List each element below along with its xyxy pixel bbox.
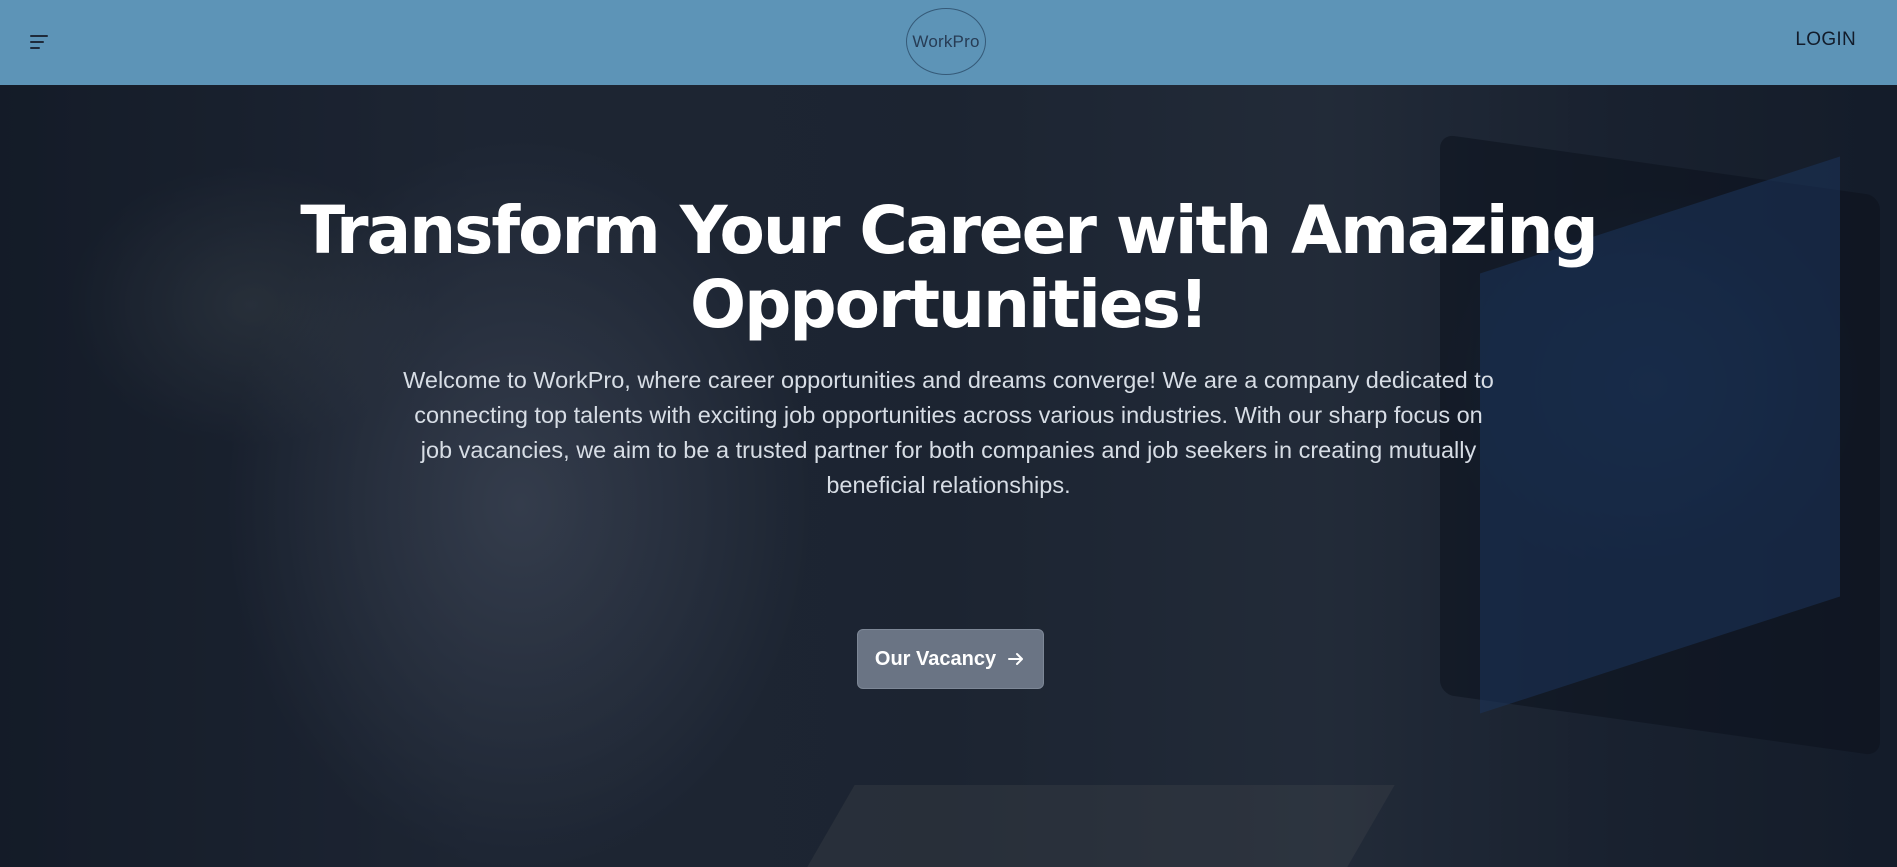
menu-icon-line — [30, 47, 40, 49]
our-vacancy-button[interactable]: Our Vacancy — [857, 629, 1044, 689]
our-vacancy-label: Our Vacancy — [874, 647, 997, 670]
menu-icon-line — [30, 35, 48, 37]
menu-button[interactable] — [26, 28, 54, 56]
brand-logo-text: WorkPro — [912, 31, 980, 51]
top-navbar: WorkPro LOGIN — [0, 0, 1897, 85]
menu-icon-line — [30, 41, 44, 43]
hero-title: Transform Your Career with Amazing Oppor… — [300, 192, 1598, 343]
hero-description: Welcome to WorkPro, where career opportu… — [403, 367, 1494, 498]
brand-logo[interactable]: WorkPro — [906, 8, 986, 75]
arrow-right-icon — [1008, 653, 1024, 665]
login-link[interactable]: LOGIN — [1795, 29, 1856, 51]
